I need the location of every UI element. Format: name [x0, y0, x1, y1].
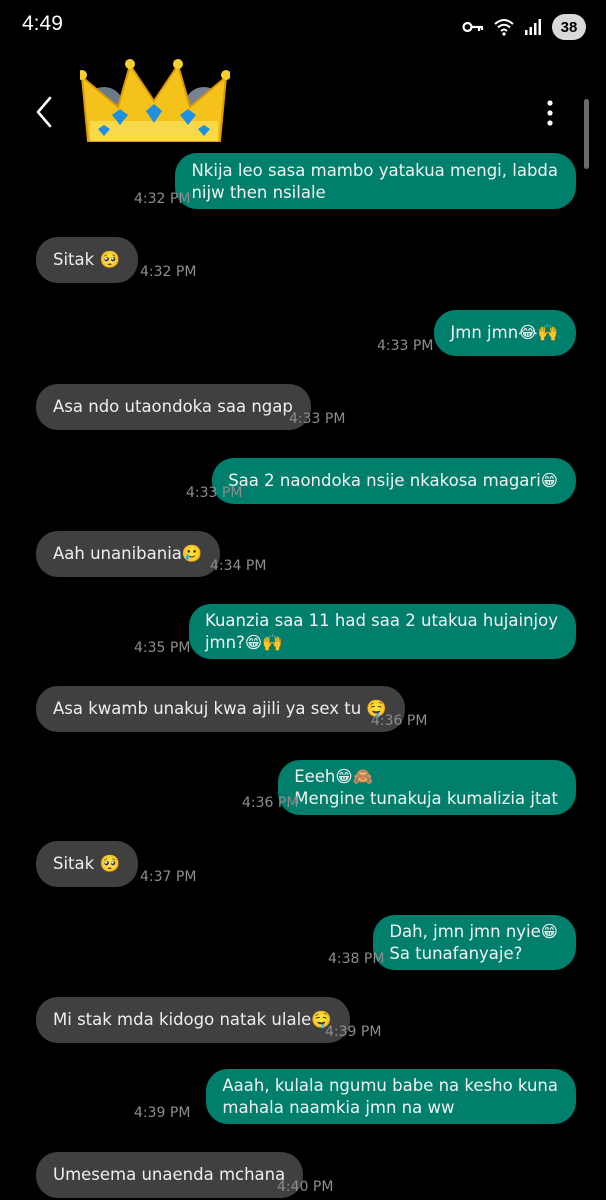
message-bubble-incoming[interactable]: Aah unanibania🥲	[36, 531, 221, 577]
message-time: 4:32 PM	[134, 191, 191, 207]
crown-avatar-icon[interactable]	[80, 59, 230, 149]
message-time: 4:37 PM	[140, 869, 197, 885]
message-time: 4:36 PM	[371, 713, 428, 729]
kebab-menu-icon[interactable]	[538, 98, 562, 128]
message-bubble-outgoing[interactable]: Kuanzia saa 11 had saa 2 utakua hujainjo…	[188, 604, 576, 659]
message-bubble-outgoing[interactable]: Dah, jmn jmn nyie😁 Sa tunafanyaje?	[373, 915, 576, 970]
message-bubble-outgoing[interactable]: Aaah, kulala ngumu babe na kesho kuna ma…	[206, 1069, 576, 1124]
signal-icon	[525, 19, 541, 35]
scrollbar[interactable]	[584, 99, 589, 169]
status-bar: 4:49 38	[0, 0, 606, 54]
message-time: 4:35 PM	[134, 640, 191, 656]
message-bubble-incoming[interactable]: Asa kwamb unakuj kwa ajili ya sex tu 🤤	[36, 686, 405, 732]
battery-indicator: 38	[552, 14, 586, 40]
chevron-left-icon[interactable]	[30, 94, 60, 130]
message-bubble-outgoing[interactable]: Eeeh😁🙈 Mengine tunakuja kumalizia jtat	[278, 760, 576, 815]
message-time: 4:36 PM	[242, 795, 299, 811]
message-bubble-incoming[interactable]: Mi stak mda kidogo natak ulale🤤	[36, 997, 350, 1043]
message-time: 4:39 PM	[134, 1105, 191, 1121]
message-time: 4:33 PM	[289, 411, 346, 427]
chat-header	[0, 54, 606, 159]
message-bubble-outgoing[interactable]: Saa 2 naondoka nsije nkakosa magari😁	[212, 458, 576, 504]
message-bubble-outgoing[interactable]: Jmn jmn😂🙌	[434, 310, 576, 356]
message-time: 4:33 PM	[186, 485, 243, 501]
message-time: 4:40 PM	[277, 1179, 334, 1195]
wifi-icon	[494, 19, 514, 36]
message-time: 4:34 PM	[210, 558, 267, 574]
message-bubble-incoming[interactable]: Sitak 🥺	[36, 841, 138, 887]
message-bubble-outgoing[interactable]: Nkija leo sasa mambo yatakua mengi, labd…	[175, 153, 576, 209]
vpn-key-icon	[462, 21, 484, 33]
message-bubble-incoming[interactable]: Asa ndo utaondoka saa ngap	[36, 384, 311, 430]
message-time: 4:38 PM	[328, 951, 385, 967]
message-bubble-incoming[interactable]: Umesema unaenda mchana	[36, 1152, 304, 1198]
message-time: 4:33 PM	[377, 338, 434, 354]
status-icons: 38	[462, 13, 586, 41]
message-time: 4:39 PM	[325, 1024, 382, 1040]
message-time: 4:32 PM	[140, 264, 197, 280]
message-bubble-incoming[interactable]: Sitak 🥺	[36, 237, 138, 283]
status-time: 4:49	[22, 12, 63, 35]
